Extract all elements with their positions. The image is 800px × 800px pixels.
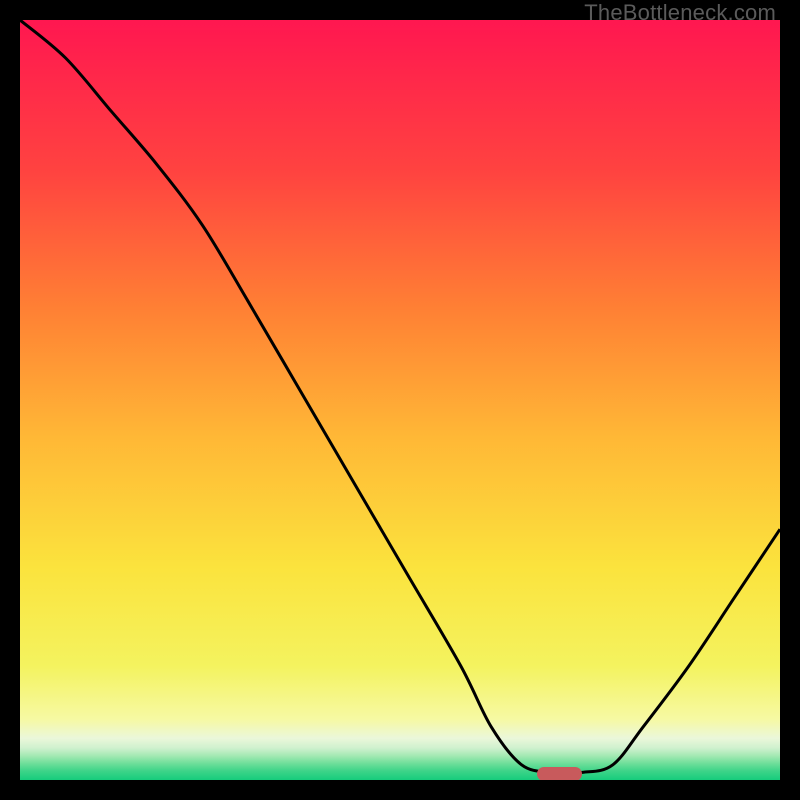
- watermark-label: TheBottleneck.com: [584, 0, 776, 26]
- plot-area: [20, 20, 780, 780]
- bottleneck-curve: [20, 20, 780, 780]
- chart-frame: TheBottleneck.com: [0, 0, 800, 800]
- target-marker: [537, 767, 583, 780]
